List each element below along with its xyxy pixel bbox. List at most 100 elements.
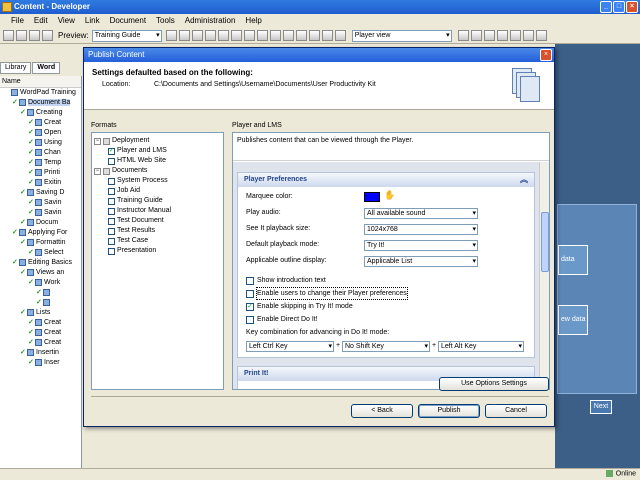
back-button[interactable]: < Back [351,404,413,418]
use-options-settings-button[interactable]: Use Options Settings [439,377,549,391]
preview-select[interactable]: Training Guide [91,29,162,42]
outline-item[interactable]: WordPad Training [0,88,81,98]
outline-item[interactable]: ✓ Editing Basics [0,258,81,268]
scrollbar-thumb[interactable] [541,212,549,272]
paste-icon[interactable] [204,30,216,41]
expand-icon[interactable] [308,30,320,41]
expander-icon[interactable]: − [94,137,101,145]
format-checkbox[interactable] [103,167,110,175]
outline-item[interactable]: ✓ Views an [0,268,81,278]
copy-icon[interactable] [191,30,203,41]
publish-button[interactable]: Publish [418,404,480,418]
menu-administration[interactable]: Administration [180,14,241,28]
outline-item[interactable]: ✓ Creat [0,328,81,338]
indent-icon[interactable] [282,30,294,41]
undo-icon[interactable] [230,30,242,41]
maximize-button[interactable]: □ [613,1,625,13]
outline-item[interactable]: ✓ Docum [0,218,81,228]
format-item[interactable]: − Documents [94,166,221,176]
checkbox-box[interactable] [246,289,254,298]
format-item[interactable]: HTML Web Site [94,156,221,166]
show-intro-checkbox[interactable]: Show introduction text [246,275,326,286]
format-checkbox[interactable] [108,197,115,205]
format-item[interactable]: System Process [94,176,221,186]
outline-item[interactable]: ✓ Savin [0,198,81,208]
new-icon[interactable] [3,30,14,41]
menu-file[interactable]: File [6,14,29,28]
help-icon[interactable] [334,30,346,41]
format-item[interactable]: Job Aid [94,186,221,196]
settings-scroll-area[interactable]: Player Preferences ︽ Marquee color: ✋ Pl… [233,162,549,389]
checkbox-box[interactable] [246,315,254,324]
collapse-icon[interactable] [321,30,333,41]
layout-icon-4[interactable] [496,30,508,41]
layout-icon-6[interactable] [522,30,534,41]
menu-link[interactable]: Link [80,14,105,28]
outline-item[interactable]: ✓ Exitin [0,178,81,188]
view-select[interactable]: Player view [351,29,452,42]
outline-item[interactable]: ✓ Creat [0,338,81,348]
format-item[interactable]: Instructor Manual [94,206,221,216]
outline-item[interactable]: ✓ Creat [0,118,81,128]
format-item[interactable]: Test Document [94,216,221,226]
print-icon[interactable] [42,30,53,41]
format-checkbox[interactable] [108,247,115,255]
key1-select[interactable]: Left Ctrl Key [246,341,334,352]
delete-icon[interactable] [217,30,229,41]
tab-word[interactable]: Word [32,62,61,74]
format-item[interactable]: ✓ Player and LMS [94,146,221,156]
outline-item[interactable]: ✓ Saving D [0,188,81,198]
layout-icon-5[interactable] [509,30,521,41]
format-item[interactable]: Presentation [94,246,221,256]
move-up-icon[interactable] [256,30,268,41]
default-mode-select[interactable]: Try It! [364,240,478,251]
save-icon[interactable] [29,30,40,41]
next-button[interactable]: Next [590,400,612,414]
minimize-button[interactable]: _ [600,1,612,13]
outline-item[interactable]: ✓ [0,298,81,308]
checkbox-box[interactable] [246,276,254,285]
format-checkbox[interactable] [108,157,115,165]
menu-document[interactable]: Document [105,14,151,28]
enable-change-prefs-checkbox[interactable]: Enable users to change their Player pref… [246,287,408,300]
outline-item[interactable]: ✓ Inser [0,358,81,368]
marquee-color-swatch[interactable] [364,192,380,202]
outline-item[interactable]: ✓ Open [0,128,81,138]
outline-item[interactable]: ✓ Temp [0,158,81,168]
cut-icon[interactable] [178,30,190,41]
format-item[interactable]: Training Guide [94,196,221,206]
play-audio-select[interactable]: All available sound [364,208,478,219]
outline-item[interactable]: ✓ Insertin [0,348,81,358]
enable-skipping-checkbox[interactable]: ✓ Enable skipping in Try It! mode [246,301,353,312]
outline-item[interactable]: ✓ Work [0,278,81,288]
player-preferences-header[interactable]: Player Preferences ︽ [238,173,534,187]
layout-icon-1[interactable] [457,30,469,41]
format-checkbox[interactable] [108,187,115,195]
outline-item[interactable]: ✓ Lists [0,308,81,318]
expander-icon[interactable]: − [94,167,101,175]
format-checkbox[interactable] [108,177,115,185]
collapse-chevron-icon[interactable]: ︽ [520,173,528,187]
dialog-close-button[interactable]: × [540,49,552,61]
outline-item[interactable]: ✓ Applying For [0,228,81,238]
key2-select[interactable]: No Shift Key [342,341,430,352]
move-down-icon[interactable] [269,30,281,41]
format-checkbox[interactable] [108,227,115,235]
menu-edit[interactable]: Edit [29,14,53,28]
see-it-size-select[interactable]: 1024x768 [364,224,478,235]
format-item[interactable]: Test Case [94,236,221,246]
format-checkbox[interactable] [108,207,115,215]
menu-help[interactable]: Help [240,14,266,28]
format-checkbox[interactable]: ✓ [108,147,115,155]
outline-item[interactable]: ✓ Formattin [0,238,81,248]
tab-library[interactable]: Library [0,62,32,74]
outline-item[interactable]: ✓ Creat [0,318,81,328]
format-checkbox[interactable] [103,137,110,145]
go-icon[interactable] [165,30,177,41]
redo-icon[interactable] [243,30,255,41]
outline-item[interactable]: ✓ Chan [0,148,81,158]
outline-item[interactable]: ✓ Using [0,138,81,148]
format-item[interactable]: − Deployment [94,136,221,146]
outline-item[interactable]: ✓ Select [0,248,81,258]
checkbox-box[interactable]: ✓ [246,302,254,311]
